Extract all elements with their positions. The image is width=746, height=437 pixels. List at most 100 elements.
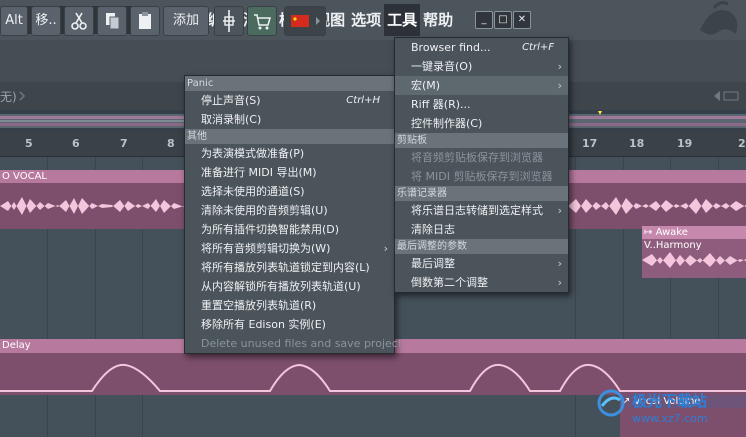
menu-item-save-audio-clipboard: 将音频剪贴板保存到浏览器 bbox=[395, 148, 568, 167]
menu-item-dump-score-log[interactable]: 将乐谱日志转储到选定样式 › bbox=[395, 201, 568, 220]
clipboard-icon bbox=[139, 12, 151, 29]
menu-item-label: Riff 器(R)... bbox=[411, 98, 471, 111]
bar-number: 17 bbox=[582, 137, 598, 150]
menu-item-browser-find[interactable]: Browser find... Ctrl+F bbox=[395, 38, 568, 57]
menu-header-clipboard: 剪贴板 bbox=[395, 133, 568, 148]
chevron-right-icon bbox=[19, 91, 26, 101]
menu-item-riff-machine[interactable]: Riff 器(R)... bbox=[395, 95, 568, 114]
menu-item-clear-log[interactable]: 清除日志 bbox=[395, 220, 568, 239]
language-button[interactable] bbox=[284, 6, 326, 36]
watermark-logo-icon bbox=[597, 389, 625, 417]
menu-item-macros[interactable]: 宏(M) › bbox=[395, 76, 568, 95]
bar-number: 19 bbox=[677, 137, 693, 150]
menu-options[interactable]: 选项 bbox=[348, 4, 384, 36]
bar-number: 2 bbox=[738, 137, 746, 150]
menu-header-panic: Panic bbox=[185, 76, 394, 91]
audio-clip-icon: ↦ bbox=[644, 227, 656, 238]
menu-help[interactable]: 帮助 bbox=[420, 4, 456, 36]
watermark-url: www.xz7.com bbox=[632, 412, 708, 425]
menu-item-select-unused-channels[interactable]: 选择未使用的通道(S) bbox=[185, 182, 394, 201]
menu-item-label: Delete unused files and save project bbox=[201, 337, 403, 350]
pattern-nav-icon[interactable] bbox=[712, 90, 742, 102]
snap-icon bbox=[223, 10, 235, 32]
menu-item-save-midi-clipboard: 将 MIDI 剪贴板保存到浏览器 bbox=[395, 167, 568, 186]
submenu-arrow-icon: › bbox=[557, 257, 562, 270]
menu-item-prepare-performance[interactable]: 为表演模式做准备(P) bbox=[185, 144, 394, 163]
bar-number: 18 bbox=[629, 137, 645, 150]
submenu-arrow-icon: › bbox=[557, 276, 562, 289]
menu-header-score-logger: 乐谱记录器 bbox=[395, 186, 568, 201]
china-flag-icon bbox=[291, 15, 320, 27]
add-button[interactable]: 添加 bbox=[163, 6, 209, 36]
menu-item-label: Browser find... bbox=[411, 41, 491, 54]
menu-item-lock-tracks[interactable]: 将所有播放列表轨道锁定到内容(L) bbox=[185, 258, 394, 277]
paste-button[interactable] bbox=[130, 6, 160, 36]
menu-item-label: 移除所有 Edison 实例(E) bbox=[201, 318, 326, 331]
harmony-waveform bbox=[642, 252, 746, 268]
copy-icon bbox=[106, 13, 120, 30]
snap-button[interactable] bbox=[214, 6, 244, 36]
menu-item-remove-edison[interactable]: 移除所有 Edison 实例(E) bbox=[185, 315, 394, 334]
menu-item-reset-empty-tracks[interactable]: 重置空播放列表轨道(R) bbox=[185, 296, 394, 315]
submenu-arrow-icon: › bbox=[557, 204, 562, 217]
menu-item-label: 从内容解锁所有播放列表轨道(U) bbox=[201, 280, 361, 293]
menu-item-label: 将所有播放列表轨道锁定到内容(L) bbox=[201, 261, 370, 274]
alt-button[interactable]: Alt bbox=[0, 6, 28, 36]
scissors-icon bbox=[71, 12, 87, 30]
bar-number: 7 bbox=[120, 137, 128, 150]
tools-menu: Browser find... Ctrl+F 一键录音(O) › 宏(M) › … bbox=[394, 37, 569, 293]
pattern-selector[interactable]: 无) bbox=[0, 88, 17, 105]
shop-button[interactable] bbox=[247, 6, 277, 36]
menu-item-label: 宏(M) bbox=[411, 79, 441, 92]
menu-item-unlock-tracks[interactable]: 从内容解锁所有播放列表轨道(U) bbox=[185, 277, 394, 296]
menu-item-label: 清除未使用的音频剪辑(U) bbox=[201, 204, 328, 217]
menu-item-shortcut: Ctrl+H bbox=[346, 95, 380, 106]
menu-item-label: 停止声音(S) bbox=[201, 94, 261, 107]
cut-button[interactable] bbox=[64, 6, 94, 36]
menu-item-purge-unused-audio[interactable]: 清除未使用的音频剪辑(U) bbox=[185, 201, 394, 220]
menu-item-prepare-midi-export[interactable]: 准备进行 MIDI 导出(M) bbox=[185, 163, 394, 182]
menu-item-label: 倒数第二个调整 bbox=[411, 276, 488, 289]
close-button[interactable]: ✕ bbox=[513, 11, 531, 29]
harmony-clip-header[interactable]: ↦ Awake V..Harmony bbox=[642, 226, 746, 251]
menu-tools[interactable]: 工具 bbox=[384, 4, 421, 36]
edit-context-menu: Panic 停止声音(S) Ctrl+H 取消录制(C) 其他 为表演模式做准备… bbox=[184, 75, 402, 354]
menu-item-label: 将音频剪贴板保存到浏览器 bbox=[411, 151, 543, 164]
bar-number: 5 bbox=[25, 137, 33, 150]
bar-number: 6 bbox=[72, 137, 80, 150]
menu-item-label: 重置空播放列表轨道(R) bbox=[201, 299, 317, 312]
menu-item-label: 将乐谱日志转储到选定样式 bbox=[411, 204, 543, 217]
copy-button[interactable] bbox=[97, 6, 127, 36]
menu-item-label: 清除日志 bbox=[411, 223, 455, 236]
menu-item-last-tweaked[interactable]: 最后调整 › bbox=[395, 254, 568, 273]
cart-icon bbox=[254, 14, 271, 30]
submenu-arrow-icon: › bbox=[383, 242, 388, 255]
watermark-title: 极光下载站 bbox=[632, 392, 708, 410]
menu-item-label: 控件制作器(C) bbox=[411, 117, 483, 130]
menu-item-second-last-tweaked[interactable]: 倒数第二个调整 › bbox=[395, 273, 568, 292]
menu-item-toggle-smart-disable[interactable]: 为所有插件切换智能禁用(D) bbox=[185, 220, 394, 239]
menu-item-control-creator[interactable]: 控件制作器(C) bbox=[395, 114, 568, 133]
menu-item-switch-audio-clips[interactable]: 将所有音频剪辑切换为(W) › bbox=[185, 239, 394, 258]
menu-item-label: 将 MIDI 剪贴板保存到浏览器 bbox=[411, 170, 553, 183]
menu-item-delete-unused-files: Delete unused files and save project bbox=[185, 334, 402, 353]
fl-fruit-logo-icon bbox=[700, 1, 738, 35]
menu-item-label: 为表演模式做准备(P) bbox=[201, 147, 305, 160]
submenu-arrow-icon: › bbox=[557, 60, 562, 73]
menu-item-one-click-audio[interactable]: 一键录音(O) › bbox=[395, 57, 568, 76]
menu-item-shortcut: Ctrl+F bbox=[522, 42, 554, 53]
menu-header-last-tweaked: 最后调整的参数 bbox=[395, 239, 568, 254]
maximize-button[interactable]: □ bbox=[494, 11, 512, 29]
minimize-button[interactable]: _ bbox=[475, 11, 493, 29]
menu-item-label: 一键录音(O) bbox=[411, 60, 473, 73]
menu-header-other: 其他 bbox=[185, 129, 394, 144]
bar-number: 8 bbox=[167, 137, 175, 150]
menu-item-stop-sound[interactable]: 停止声音(S) Ctrl+H bbox=[185, 91, 394, 110]
menu-item-label: 最后调整 bbox=[411, 257, 455, 270]
menu-item-label: 取消录制(C) bbox=[201, 113, 262, 126]
menu-item-label: 将所有音频剪辑切换为(W) bbox=[201, 242, 331, 255]
menu-item-label: 为所有插件切换智能禁用(D) bbox=[201, 223, 340, 236]
menu-item-cancel-recording[interactable]: 取消录制(C) bbox=[185, 110, 394, 129]
move-button[interactable]: 移.. bbox=[31, 6, 61, 36]
submenu-arrow-icon: › bbox=[557, 79, 562, 92]
